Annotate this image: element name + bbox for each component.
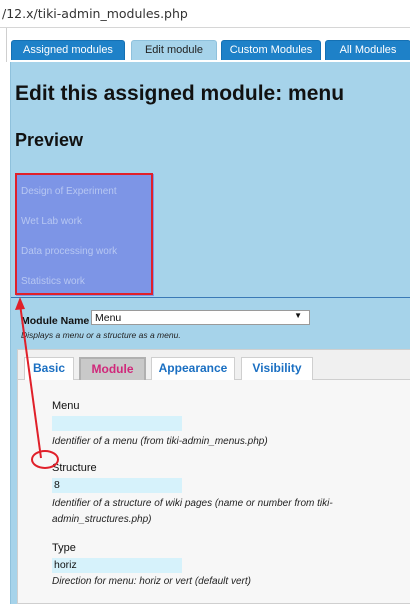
tab-all-modules[interactable]: All Modules xyxy=(325,40,410,60)
module-settings-area: Basic Module Appearance Visibility Menu … xyxy=(17,349,410,604)
module-tabs: Assigned modules Edit module Custom Modu… xyxy=(6,28,410,62)
preview-heading: Preview xyxy=(15,130,84,150)
menu-field-input[interactable] xyxy=(52,416,182,431)
module-name-select[interactable]: Menu ▼ xyxy=(91,310,310,325)
module-name-label: Module Name xyxy=(21,315,90,327)
structure-field-help: Identifier of a structure of wiki pages … xyxy=(52,498,333,525)
dropdown-arrow-icon: ▼ xyxy=(294,311,302,320)
tab-assigned-modules[interactable]: Assigned modules xyxy=(11,40,125,60)
menu-field-label: Menu xyxy=(52,400,80,412)
tab-custom-modules[interactable]: Custom Modules xyxy=(221,40,321,60)
edit-module-panel: Edit this assigned module: menu Preview … xyxy=(10,62,410,604)
divider xyxy=(11,297,410,298)
page-title: Edit this assigned module: menu xyxy=(15,82,345,105)
menu-field-help: Identifier of a menu (from tiki-admin_me… xyxy=(52,436,268,447)
url-text: /12.x/tiki-admin_modules.php xyxy=(2,6,188,21)
structure-field-input[interactable]: 8 xyxy=(52,478,182,493)
tab-basic[interactable]: Basic xyxy=(24,357,74,380)
annotation-circle xyxy=(31,450,59,469)
structure-field-label: Structure xyxy=(52,462,97,474)
module-name-description: Displays a menu or a structure as a menu… xyxy=(21,330,181,340)
type-field-input[interactable]: horiz xyxy=(52,558,182,573)
module-name-value: Menu xyxy=(95,312,122,324)
settings-tab-bar: Basic Module Appearance Visibility xyxy=(18,350,410,380)
tab-visibility[interactable]: Visibility xyxy=(241,357,313,380)
type-field-help: Direction for menu: horiz or vert (defau… xyxy=(52,576,251,587)
tab-appearance[interactable]: Appearance xyxy=(151,357,235,380)
annotation-highlight-box xyxy=(15,173,153,295)
tab-module[interactable]: Module xyxy=(79,357,146,380)
tab-edit-module[interactable]: Edit module xyxy=(131,40,217,60)
address-bar[interactable]: /12.x/tiki-admin_modules.php xyxy=(0,0,410,28)
type-field-label: Type xyxy=(52,542,76,554)
